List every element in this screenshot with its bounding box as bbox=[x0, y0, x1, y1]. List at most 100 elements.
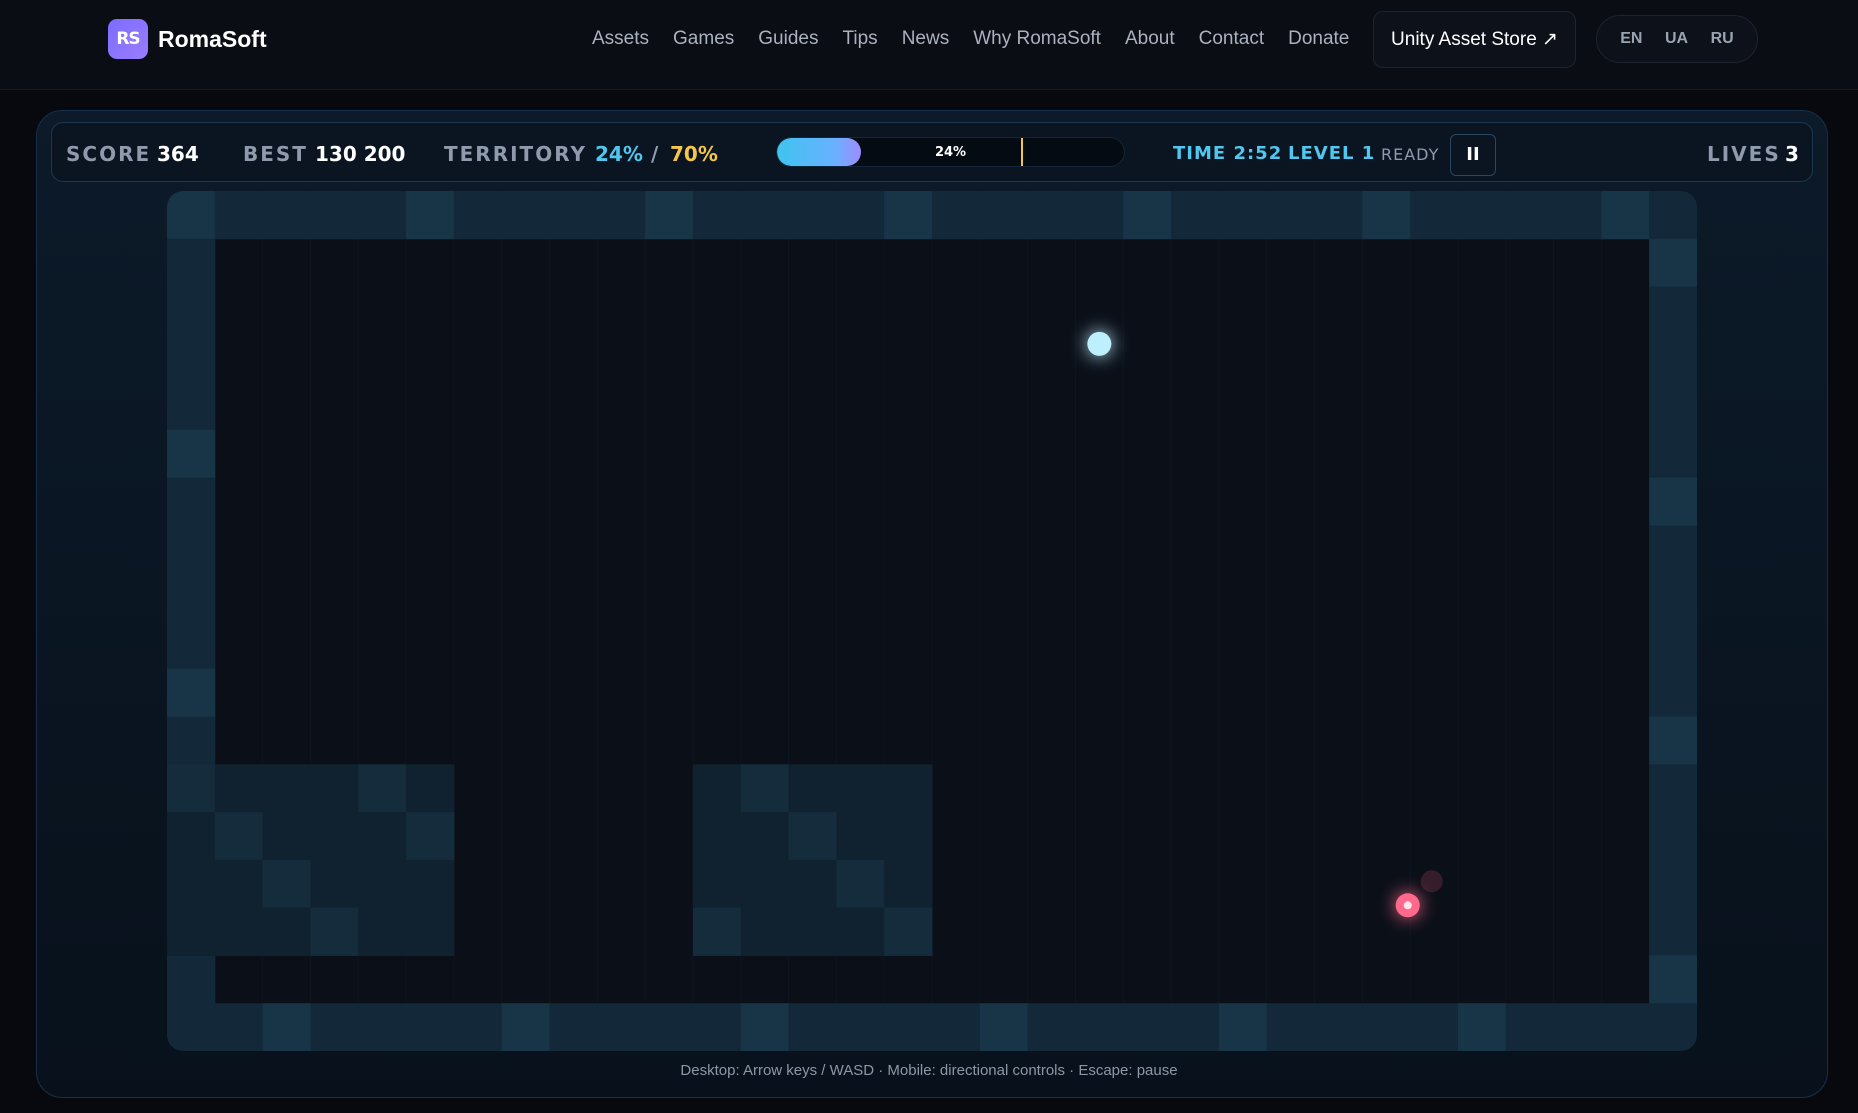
captured-cell bbox=[836, 907, 885, 956]
nav-tips[interactable]: Tips bbox=[842, 28, 877, 50]
main-nav: Assets Games Guides Tips News Why RomaSo… bbox=[592, 28, 1373, 50]
border-cell bbox=[1075, 1003, 1124, 1051]
territory-target: 70% bbox=[670, 142, 718, 166]
border-cell bbox=[1218, 191, 1268, 240]
border-cell bbox=[1314, 191, 1363, 240]
border-cell bbox=[1553, 191, 1602, 240]
lang-ru[interactable]: RU bbox=[1711, 30, 1734, 48]
border-cell bbox=[167, 716, 216, 765]
captured-cell bbox=[262, 812, 311, 861]
border-cell bbox=[1266, 1003, 1315, 1051]
territory-progress-bar: 24% bbox=[776, 137, 1125, 167]
border-cell bbox=[167, 334, 216, 383]
border-cell bbox=[1649, 764, 1697, 813]
lang-en[interactable]: EN bbox=[1620, 30, 1642, 48]
border-cell bbox=[501, 191, 550, 240]
border-cell bbox=[884, 1003, 933, 1051]
captured-cell bbox=[836, 764, 885, 813]
border-cell bbox=[1171, 191, 1220, 240]
captured-cell bbox=[692, 907, 742, 956]
border-cell bbox=[406, 1003, 455, 1051]
border-cell bbox=[501, 1003, 550, 1051]
captured-cell bbox=[692, 812, 742, 861]
captured-cell bbox=[167, 764, 216, 813]
captured-cell bbox=[406, 764, 455, 813]
logo-icon: RS bbox=[108, 19, 148, 59]
captured-cell bbox=[836, 859, 885, 909]
top-navbar: RS RomaSoft Assets Games Guides Tips New… bbox=[0, 0, 1858, 90]
border-cell bbox=[1218, 1003, 1268, 1051]
enemy-core bbox=[1403, 901, 1412, 910]
site-logo[interactable]: RS RomaSoft bbox=[108, 19, 267, 59]
border-cell bbox=[1649, 191, 1697, 240]
score-value: 364 bbox=[157, 142, 199, 166]
captured-cell bbox=[167, 907, 216, 956]
nav-contact[interactable]: Contact bbox=[1199, 28, 1264, 50]
captured-cell bbox=[692, 764, 742, 813]
border-cell bbox=[1649, 668, 1697, 718]
border-cell bbox=[1649, 286, 1697, 335]
border-cell bbox=[549, 191, 598, 240]
captured-cell bbox=[262, 859, 311, 909]
border-cell bbox=[1649, 477, 1697, 526]
level-display: LEVEL 1 bbox=[1288, 143, 1376, 164]
pause-button[interactable]: II bbox=[1450, 134, 1496, 176]
border-cell bbox=[1649, 238, 1697, 288]
captured-cell bbox=[884, 907, 933, 956]
border-cell bbox=[167, 382, 216, 431]
captured-cell bbox=[884, 812, 933, 861]
border-cell bbox=[1362, 191, 1411, 240]
nav-guides[interactable]: Guides bbox=[758, 28, 818, 50]
border-cell bbox=[692, 191, 742, 240]
border-cell bbox=[1123, 191, 1172, 240]
controls-hint: Desktop: Arrow keys / WASD · Mobile: dir… bbox=[680, 1062, 1178, 1079]
game-board[interactable] bbox=[167, 191, 1697, 1051]
captured-cell bbox=[214, 907, 264, 956]
border-cell bbox=[1649, 334, 1697, 383]
captured-cell bbox=[406, 907, 455, 956]
border-cell bbox=[1171, 1003, 1220, 1051]
lives-label: LIVES bbox=[1707, 142, 1781, 166]
nav-assets[interactable]: Assets bbox=[592, 28, 649, 50]
captured-cell bbox=[310, 812, 359, 861]
border-cell bbox=[167, 429, 216, 479]
unity-asset-store-button[interactable]: Unity Asset Store ↗ bbox=[1373, 11, 1576, 68]
nav-games[interactable]: Games bbox=[673, 28, 734, 50]
border-cell bbox=[1410, 1003, 1459, 1051]
nav-news[interactable]: News bbox=[902, 28, 950, 50]
border-cell bbox=[1649, 1003, 1697, 1051]
captured-cell bbox=[788, 859, 837, 909]
captured-cell bbox=[310, 859, 359, 909]
captured-cell bbox=[884, 859, 933, 909]
captured-cell bbox=[788, 764, 837, 813]
progress-label: 24% bbox=[934, 145, 967, 160]
logo-text: RomaSoft bbox=[158, 25, 267, 52]
captured-cell bbox=[406, 812, 455, 861]
border-cell bbox=[1649, 429, 1697, 479]
border-cell bbox=[645, 191, 694, 240]
nav-about[interactable]: About bbox=[1125, 28, 1175, 50]
captured-cell bbox=[740, 907, 790, 956]
lang-ua[interactable]: UA bbox=[1665, 30, 1688, 48]
captured-cell bbox=[358, 859, 407, 909]
player-head bbox=[1087, 331, 1112, 356]
border-cell bbox=[1075, 191, 1124, 240]
captured-cell bbox=[884, 764, 933, 813]
nav-why-romasoft[interactable]: Why RomaSoft bbox=[973, 28, 1101, 50]
score-label: SCORE bbox=[66, 142, 152, 166]
nav-donate[interactable]: Donate bbox=[1288, 28, 1349, 50]
border-cell bbox=[1649, 907, 1697, 956]
border-cell bbox=[167, 191, 216, 240]
captured-cell bbox=[836, 812, 885, 861]
captured-cell bbox=[262, 907, 311, 956]
captured-cell bbox=[358, 764, 407, 813]
border-cell bbox=[1553, 1003, 1602, 1051]
border-cell bbox=[932, 1003, 981, 1051]
border-cell bbox=[1457, 191, 1507, 240]
territory-current: 24% bbox=[595, 142, 643, 166]
border-cell bbox=[310, 191, 359, 240]
captured-cell bbox=[167, 859, 216, 909]
border-cell bbox=[214, 191, 264, 240]
border-cell bbox=[979, 1003, 1029, 1051]
territory-label: TERRITORY bbox=[444, 142, 587, 166]
